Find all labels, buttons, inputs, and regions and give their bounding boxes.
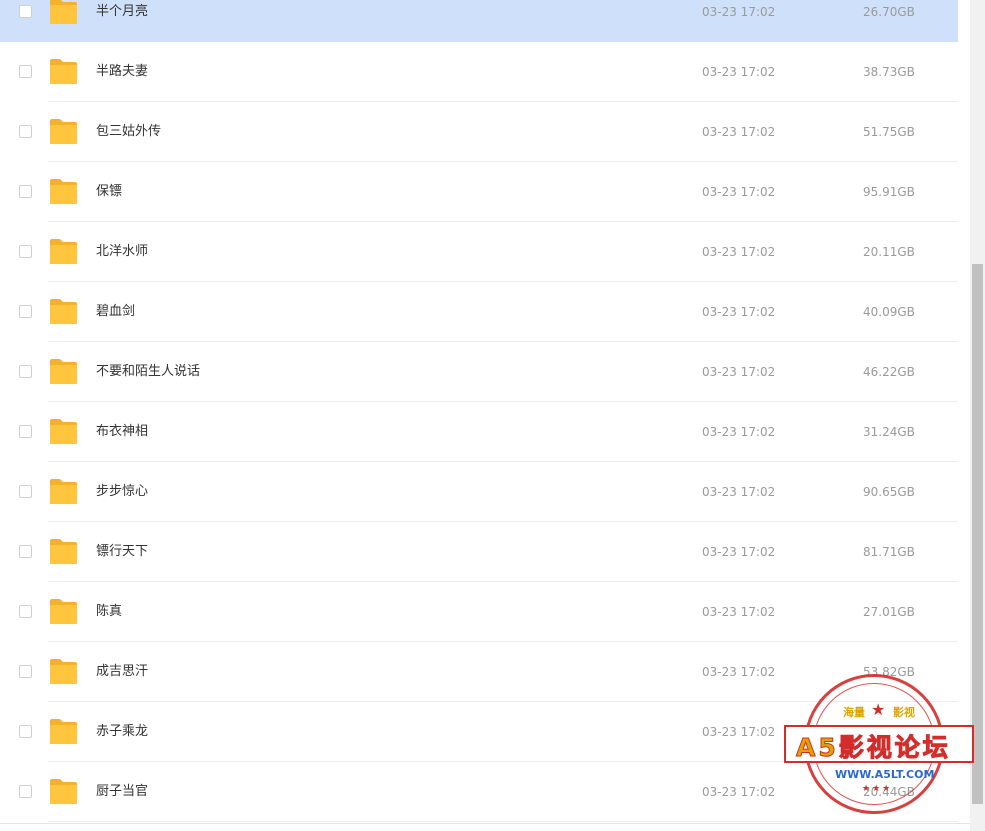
file-size: 26.70GB: [863, 5, 915, 19]
folder-icon[interactable]: [49, 778, 78, 805]
scrollbar-thumb[interactable]: [972, 264, 983, 804]
file-row[interactable]: 包三姑外传 03-23 17:02 51.75GB: [0, 102, 958, 162]
file-size: 81.71GB: [863, 545, 915, 559]
folder-icon[interactable]: [49, 178, 78, 205]
folder-icon[interactable]: [49, 0, 78, 25]
file-modified-date: 03-23 17:02: [702, 65, 776, 79]
file-size: 53.82GB: [863, 665, 915, 679]
file-name[interactable]: 陈真: [96, 603, 122, 621]
file-name[interactable]: 成吉思汗: [96, 663, 148, 681]
file-size: 20.11GB: [863, 245, 915, 259]
file-size: 46.22GB: [863, 365, 915, 379]
file-size: 20.44GB: [863, 785, 915, 799]
file-list: 半个月亮 03-23 17:02 26.70GB 半路夫妻 03-23 17:02 38.…: [0, 0, 970, 822]
row-checkbox[interactable]: [19, 305, 32, 318]
folder-icon[interactable]: [49, 478, 78, 505]
file-row[interactable]: 碧血剑 03-23 17:02 40.09GB: [0, 282, 958, 342]
file-modified-date: 03-23 17:02: [702, 605, 776, 619]
folder-icon[interactable]: [49, 538, 78, 565]
row-checkbox[interactable]: [19, 785, 32, 798]
row-checkbox[interactable]: [19, 425, 32, 438]
file-modified-date: 03-23 17:02: [702, 185, 776, 199]
file-name[interactable]: 包三姑外传: [96, 123, 161, 141]
folder-icon[interactable]: [49, 58, 78, 85]
file-modified-date: 03-23 17:02: [702, 425, 776, 439]
file-size: 27.01GB: [863, 605, 915, 619]
file-name[interactable]: 北洋水师: [96, 243, 148, 261]
file-modified-date: 03-23 17:02: [702, 545, 776, 559]
row-checkbox[interactable]: [19, 665, 32, 678]
file-row[interactable]: 不要和陌生人说话 03-23 17:02 46.22GB: [0, 342, 958, 402]
row-checkbox[interactable]: [19, 545, 32, 558]
row-checkbox[interactable]: [19, 605, 32, 618]
folder-icon[interactable]: [49, 598, 78, 625]
file-row[interactable]: 厨子当官 03-23 17:02 20.44GB: [0, 762, 958, 822]
row-divider: [48, 821, 958, 822]
file-name[interactable]: 碧血剑: [96, 303, 135, 321]
folder-icon[interactable]: [49, 238, 78, 265]
file-row[interactable]: 成吉思汗 03-23 17:02 53.82GB: [0, 642, 958, 702]
file-size: 38.73GB: [863, 65, 915, 79]
row-checkbox[interactable]: [19, 365, 32, 378]
file-modified-date: 03-23 17:02: [702, 365, 776, 379]
file-row[interactable]: 镖行天下 03-23 17:02 81.71GB: [0, 522, 958, 582]
row-checkbox[interactable]: [19, 185, 32, 198]
folder-icon[interactable]: [49, 358, 78, 385]
file-modified-date: 03-23 17:02: [702, 245, 776, 259]
folder-icon[interactable]: [49, 718, 78, 745]
file-name[interactable]: 半个月亮: [96, 3, 148, 21]
file-modified-date: 03-23 17:02: [702, 125, 776, 139]
folder-icon[interactable]: [49, 418, 78, 445]
folder-icon[interactable]: [49, 298, 78, 325]
file-name[interactable]: 布衣神相: [96, 423, 148, 441]
file-size: 95.91GB: [863, 185, 915, 199]
row-checkbox[interactable]: [19, 65, 32, 78]
file-name[interactable]: 半路夫妻: [96, 63, 148, 81]
file-size: 48.53GB: [863, 725, 915, 739]
file-modified-date: 03-23 17:02: [702, 785, 776, 799]
file-size: 31.24GB: [863, 425, 915, 439]
file-row[interactable]: 赤子乘龙 03-23 17:02 48.53GB: [0, 702, 958, 762]
row-checkbox[interactable]: [19, 725, 32, 738]
file-name[interactable]: 厨子当官: [96, 783, 148, 801]
file-modified-date: 03-23 17:02: [702, 725, 776, 739]
file-size: 51.75GB: [863, 125, 915, 139]
file-name[interactable]: 不要和陌生人说话: [96, 363, 200, 381]
file-row[interactable]: 半路夫妻 03-23 17:02 38.73GB: [0, 42, 958, 102]
file-modified-date: 03-23 17:02: [702, 5, 776, 19]
file-size: 90.65GB: [863, 485, 915, 499]
file-name[interactable]: 镖行天下: [96, 543, 148, 561]
vertical-scrollbar[interactable]: [970, 0, 985, 831]
folder-icon[interactable]: [49, 658, 78, 685]
file-name[interactable]: 步步惊心: [96, 483, 148, 501]
row-checkbox[interactable]: [19, 485, 32, 498]
folder-icon[interactable]: [49, 118, 78, 145]
file-name[interactable]: 保镖: [96, 183, 122, 201]
file-modified-date: 03-23 17:02: [702, 665, 776, 679]
file-size: 40.09GB: [863, 305, 915, 319]
file-row[interactable]: 保镖 03-23 17:02 95.91GB: [0, 162, 958, 222]
file-row[interactable]: 陈真 03-23 17:02 27.01GB: [0, 582, 958, 642]
file-name[interactable]: 赤子乘龙: [96, 723, 148, 741]
list-bottom-divider: [0, 823, 970, 824]
file-modified-date: 03-23 17:02: [702, 305, 776, 319]
row-checkbox[interactable]: [19, 5, 32, 18]
row-checkbox[interactable]: [19, 245, 32, 258]
row-checkbox[interactable]: [19, 125, 32, 138]
file-modified-date: 03-23 17:02: [702, 485, 776, 499]
file-row[interactable]: 布衣神相 03-23 17:02 31.24GB: [0, 402, 958, 462]
file-row[interactable]: 半个月亮 03-23 17:02 26.70GB: [0, 0, 958, 42]
file-row[interactable]: 北洋水师 03-23 17:02 20.11GB: [0, 222, 958, 282]
file-row[interactable]: 步步惊心 03-23 17:02 90.65GB: [0, 462, 958, 522]
